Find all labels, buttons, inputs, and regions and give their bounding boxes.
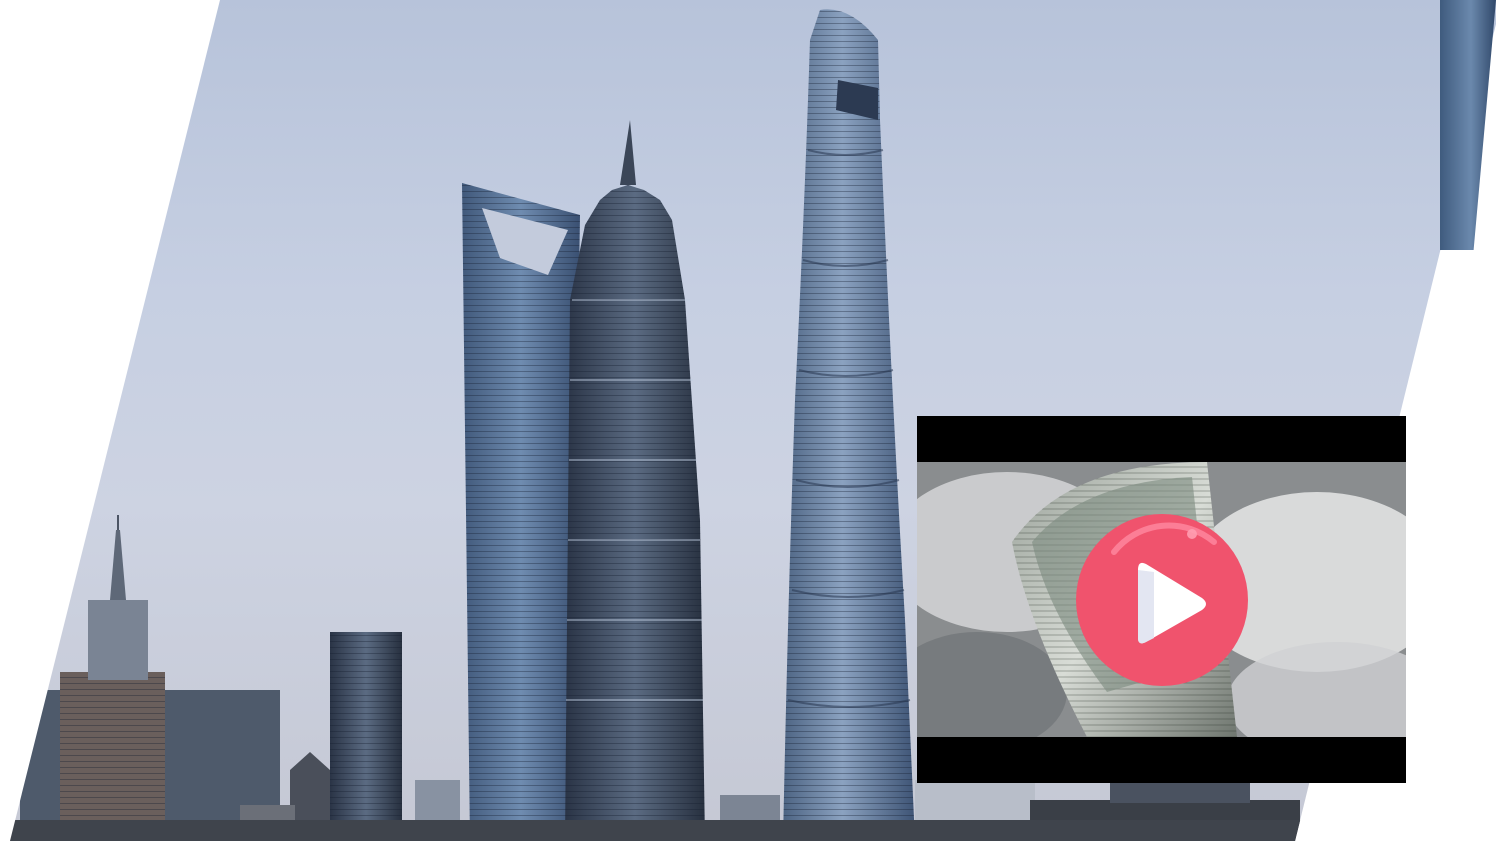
slide-canvas xyxy=(0,0,1496,841)
video-thumbnail[interactable] xyxy=(917,416,1406,783)
play-icon xyxy=(1076,514,1248,686)
pagoda-spire xyxy=(620,120,636,185)
spire-tower-top xyxy=(110,530,126,600)
play-button[interactable] xyxy=(1074,512,1250,688)
edge-building-photo xyxy=(1440,0,1496,250)
spire-tower-body xyxy=(88,600,148,680)
